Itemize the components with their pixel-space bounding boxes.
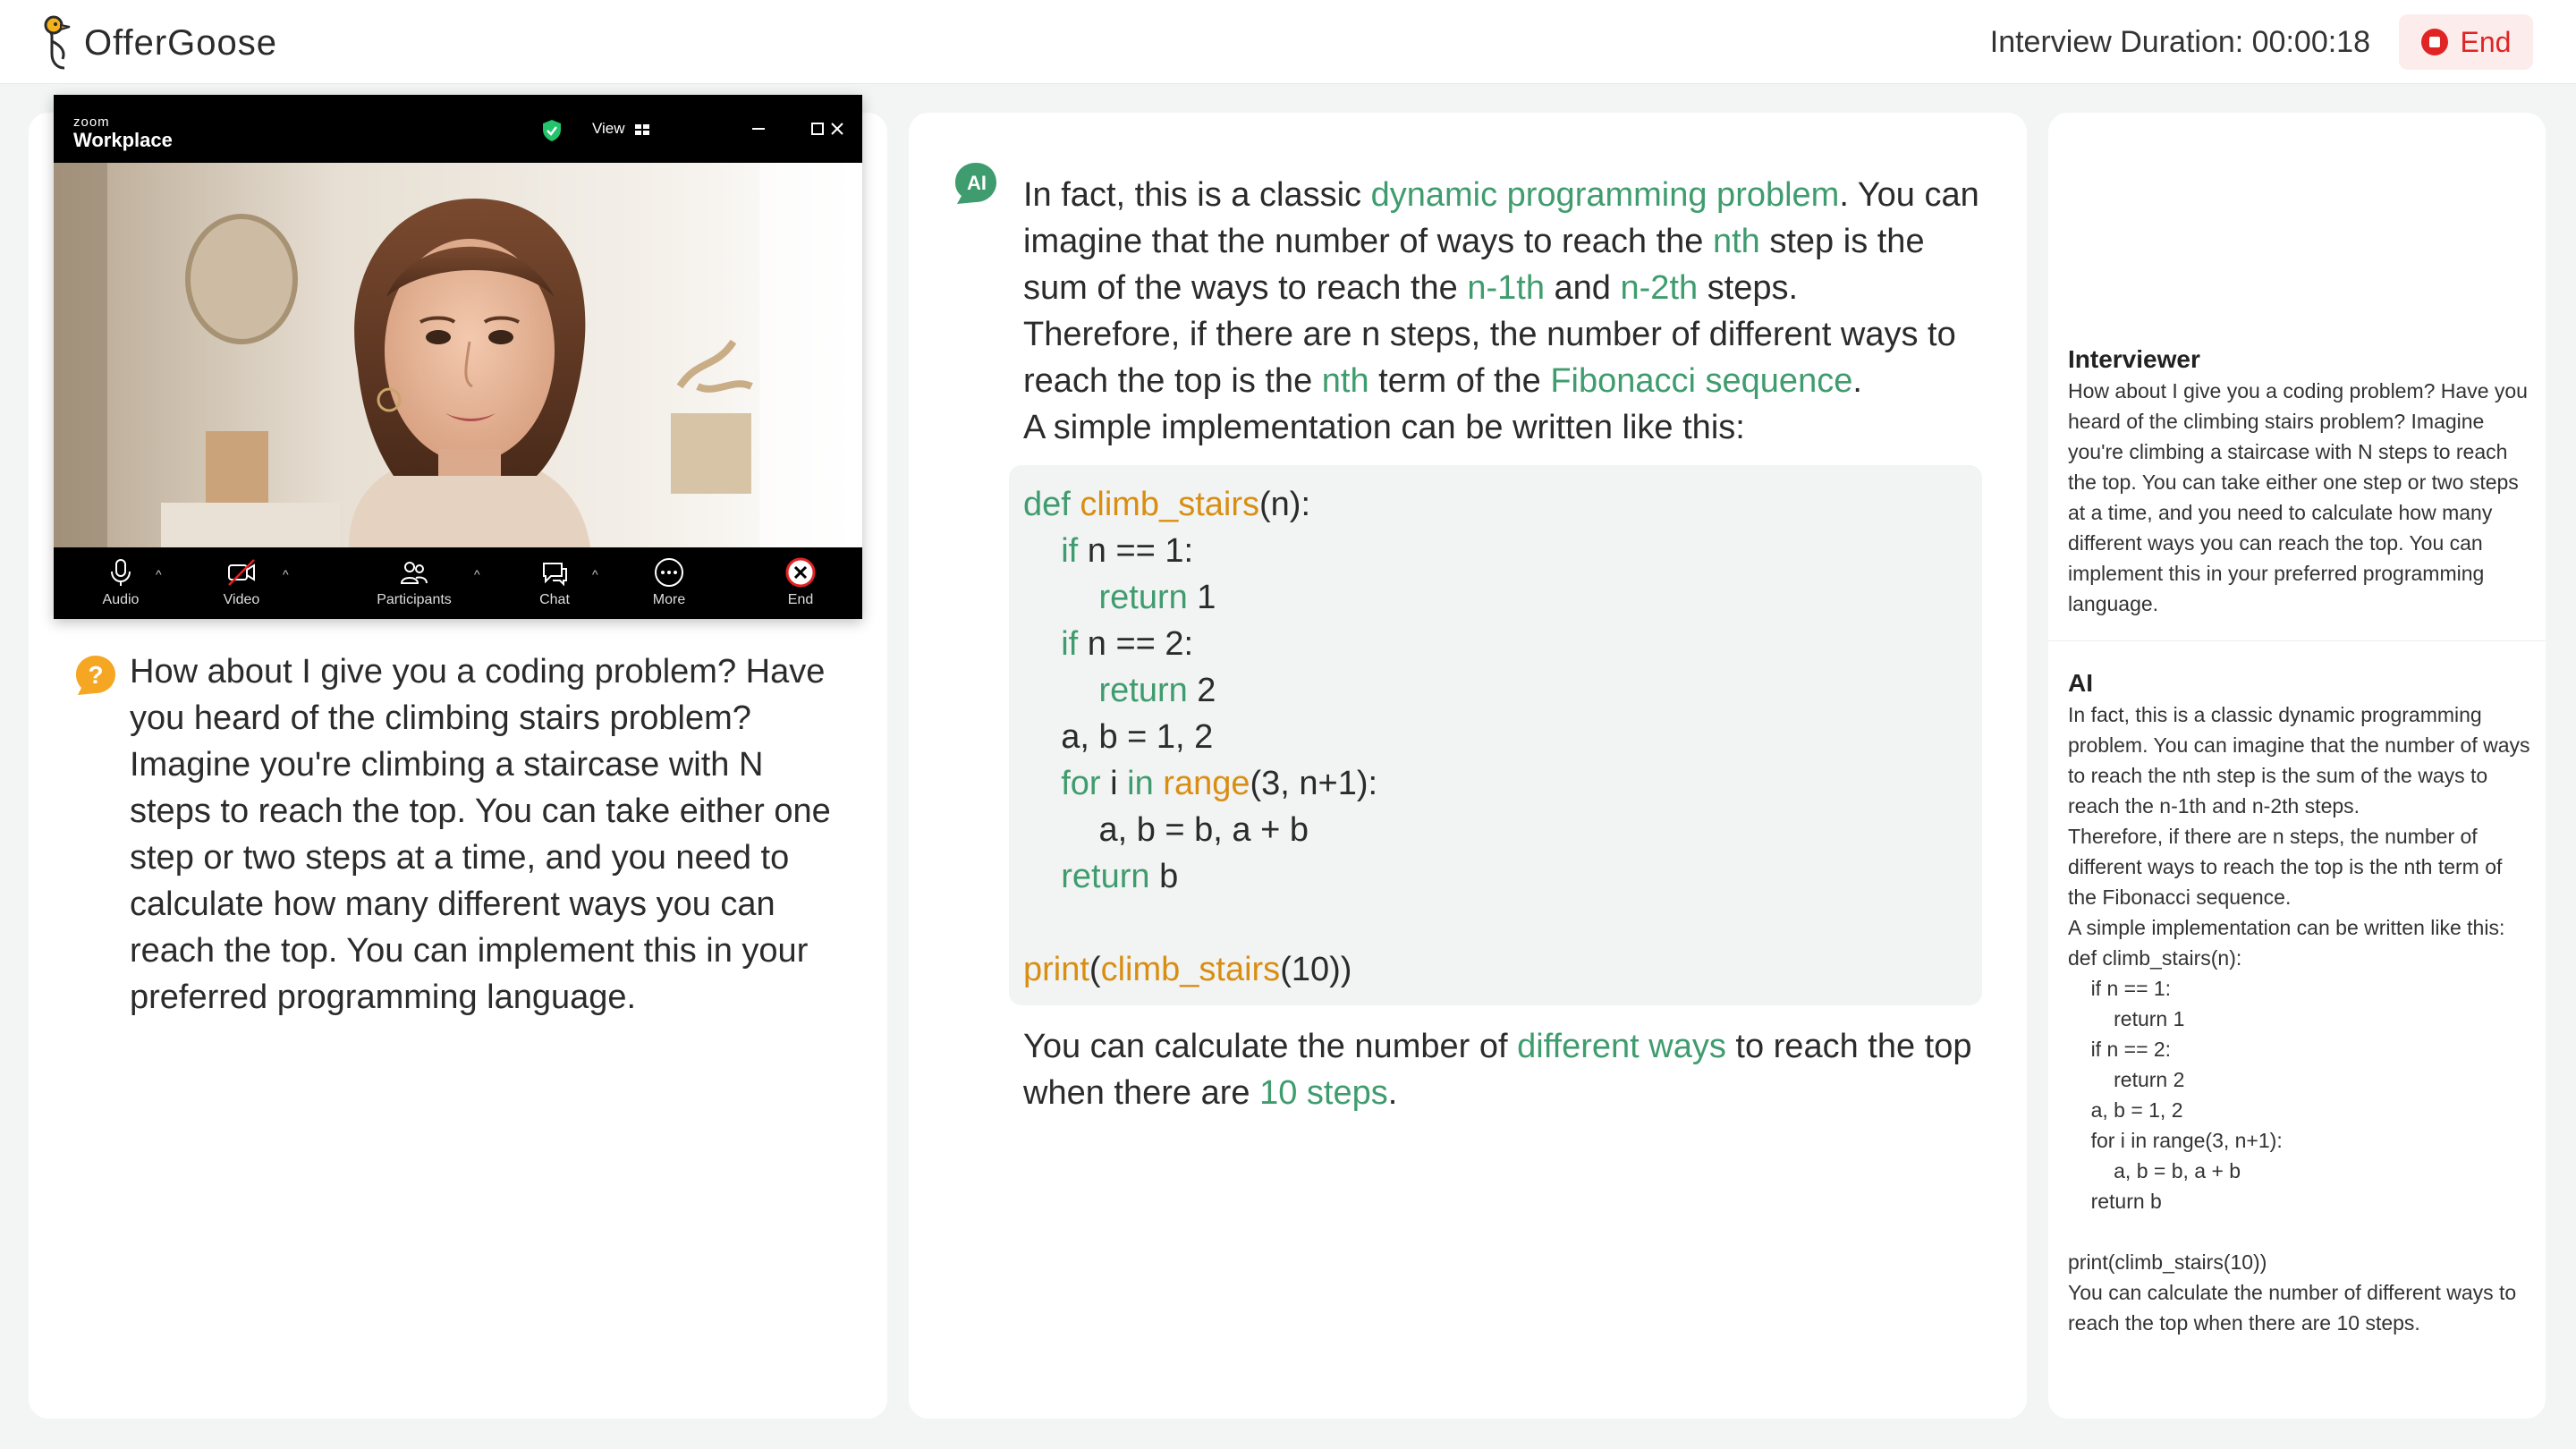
- chat-icon: [543, 563, 567, 587]
- more-button[interactable]: More: [615, 556, 723, 608]
- zoom-titlebar: zoom Workplace View: [54, 95, 862, 163]
- highlight-term: 10 steps: [1259, 1074, 1388, 1112]
- app-name: OfferGoose: [84, 22, 278, 63]
- zoom-window: zoom Workplace View Audio ^ Video ^ Part…: [54, 95, 862, 619]
- close-window-icon[interactable]: [826, 118, 848, 140]
- zoom-end-button[interactable]: End: [747, 556, 854, 608]
- ai-badge-icon: AI: [955, 163, 996, 204]
- chat-options-caret[interactable]: ^: [592, 567, 598, 581]
- end-button-label: End: [2460, 25, 2512, 58]
- ai-answer-paragraph-2: Therefore, if there are n steps, the num…: [1023, 316, 1956, 400]
- zoom-toolbar: Audio ^ Video ^ Participants ^ Chat ^ Mo…: [54, 547, 862, 619]
- highlight-term: nth: [1321, 362, 1369, 400]
- transcript-interviewer: Interviewer How about I give you a codin…: [2068, 343, 2533, 619]
- ai-answer-intro: In fact, this is a classic dynamic progr…: [1023, 172, 1989, 451]
- end-call-icon: [785, 557, 816, 588]
- question-icon: ?: [76, 656, 115, 695]
- microphone-icon: [111, 559, 131, 586]
- transcript-divider: [2048, 640, 2546, 641]
- security-shield-icon[interactable]: [541, 119, 563, 142]
- participant-video: [54, 163, 862, 547]
- highlight-term: nth: [1712, 223, 1760, 260]
- maximize-icon[interactable]: [807, 118, 828, 140]
- svg-text:?: ?: [88, 661, 103, 689]
- ai-answer-paragraph-1: In fact, this is a classic dynamic progr…: [1023, 176, 1979, 307]
- more-label: More: [652, 592, 686, 607]
- transcript-message: How about I give you a coding problem? H…: [2068, 379, 2534, 615]
- stop-icon: [2420, 29, 2448, 55]
- minimize-icon[interactable]: [748, 118, 769, 140]
- participants-options-caret[interactable]: ^: [474, 567, 480, 581]
- ai-answer-paragraph-3: A simple implementation can be written l…: [1023, 409, 1745, 446]
- end-interview-button[interactable]: End: [2399, 14, 2533, 70]
- more-icon: [655, 558, 683, 587]
- zoom-view-menu[interactable]: View: [592, 120, 650, 138]
- participants-label: Participants: [377, 592, 452, 607]
- video-button[interactable]: Video: [188, 556, 295, 608]
- zoom-brand-small: zoom: [73, 114, 110, 130]
- interviewer-question: How about I give you a coding problem? H…: [130, 653, 831, 1016]
- video-label: Video: [223, 592, 260, 607]
- participant-video-feed: [54, 163, 862, 547]
- transcript-speaker-name: Interviewer: [2068, 345, 2200, 373]
- participants-icon: [400, 562, 428, 584]
- grid-view-icon: [635, 123, 650, 135]
- transcript-ai: AI In fact, this is a classic dynamic pr…: [2068, 667, 2533, 1338]
- highlight-term: Fibonacci sequence: [1550, 362, 1853, 400]
- zoom-view-label: View: [592, 120, 625, 137]
- ai-answer-conclusion: You can calculate the number of differen…: [1023, 1028, 1972, 1112]
- participants-button[interactable]: Participants: [360, 556, 468, 608]
- video-options-caret[interactable]: ^: [283, 567, 289, 581]
- highlight-term: n-2th: [1620, 269, 1699, 307]
- zoom-brand: Workplace: [73, 129, 173, 151]
- chat-button[interactable]: Chat: [501, 556, 608, 608]
- svg-text:AI: AI: [967, 172, 987, 194]
- audio-options-caret[interactable]: ^: [156, 567, 162, 581]
- app-logo: OfferGoose: [39, 14, 277, 72]
- highlight-term: n-1th: [1467, 269, 1545, 307]
- video-off-icon: [228, 559, 255, 586]
- transcript-speaker-name: AI: [2068, 669, 2093, 697]
- highlight-term: different ways: [1517, 1028, 1726, 1065]
- audio-button[interactable]: Audio: [67, 556, 174, 608]
- close-icon[interactable]: [866, 118, 887, 140]
- audio-label: Audio: [102, 592, 140, 607]
- chat-label: Chat: [539, 592, 570, 607]
- transcript-message: In fact, this is a classic dynamic progr…: [2068, 703, 2530, 1335]
- zoom-end-label: End: [787, 592, 814, 607]
- app-header: OfferGoose Interview Duration: 00:00:18 …: [0, 0, 2576, 84]
- goose-logo-icon: [44, 15, 71, 70]
- interview-duration: Interview Duration: 00:00:18: [1989, 25, 2370, 59]
- code-block: def climb_stairs(n): if n == 1: return 1…: [1009, 465, 1982, 1005]
- highlight-term: dynamic programming problem: [1370, 176, 1840, 214]
